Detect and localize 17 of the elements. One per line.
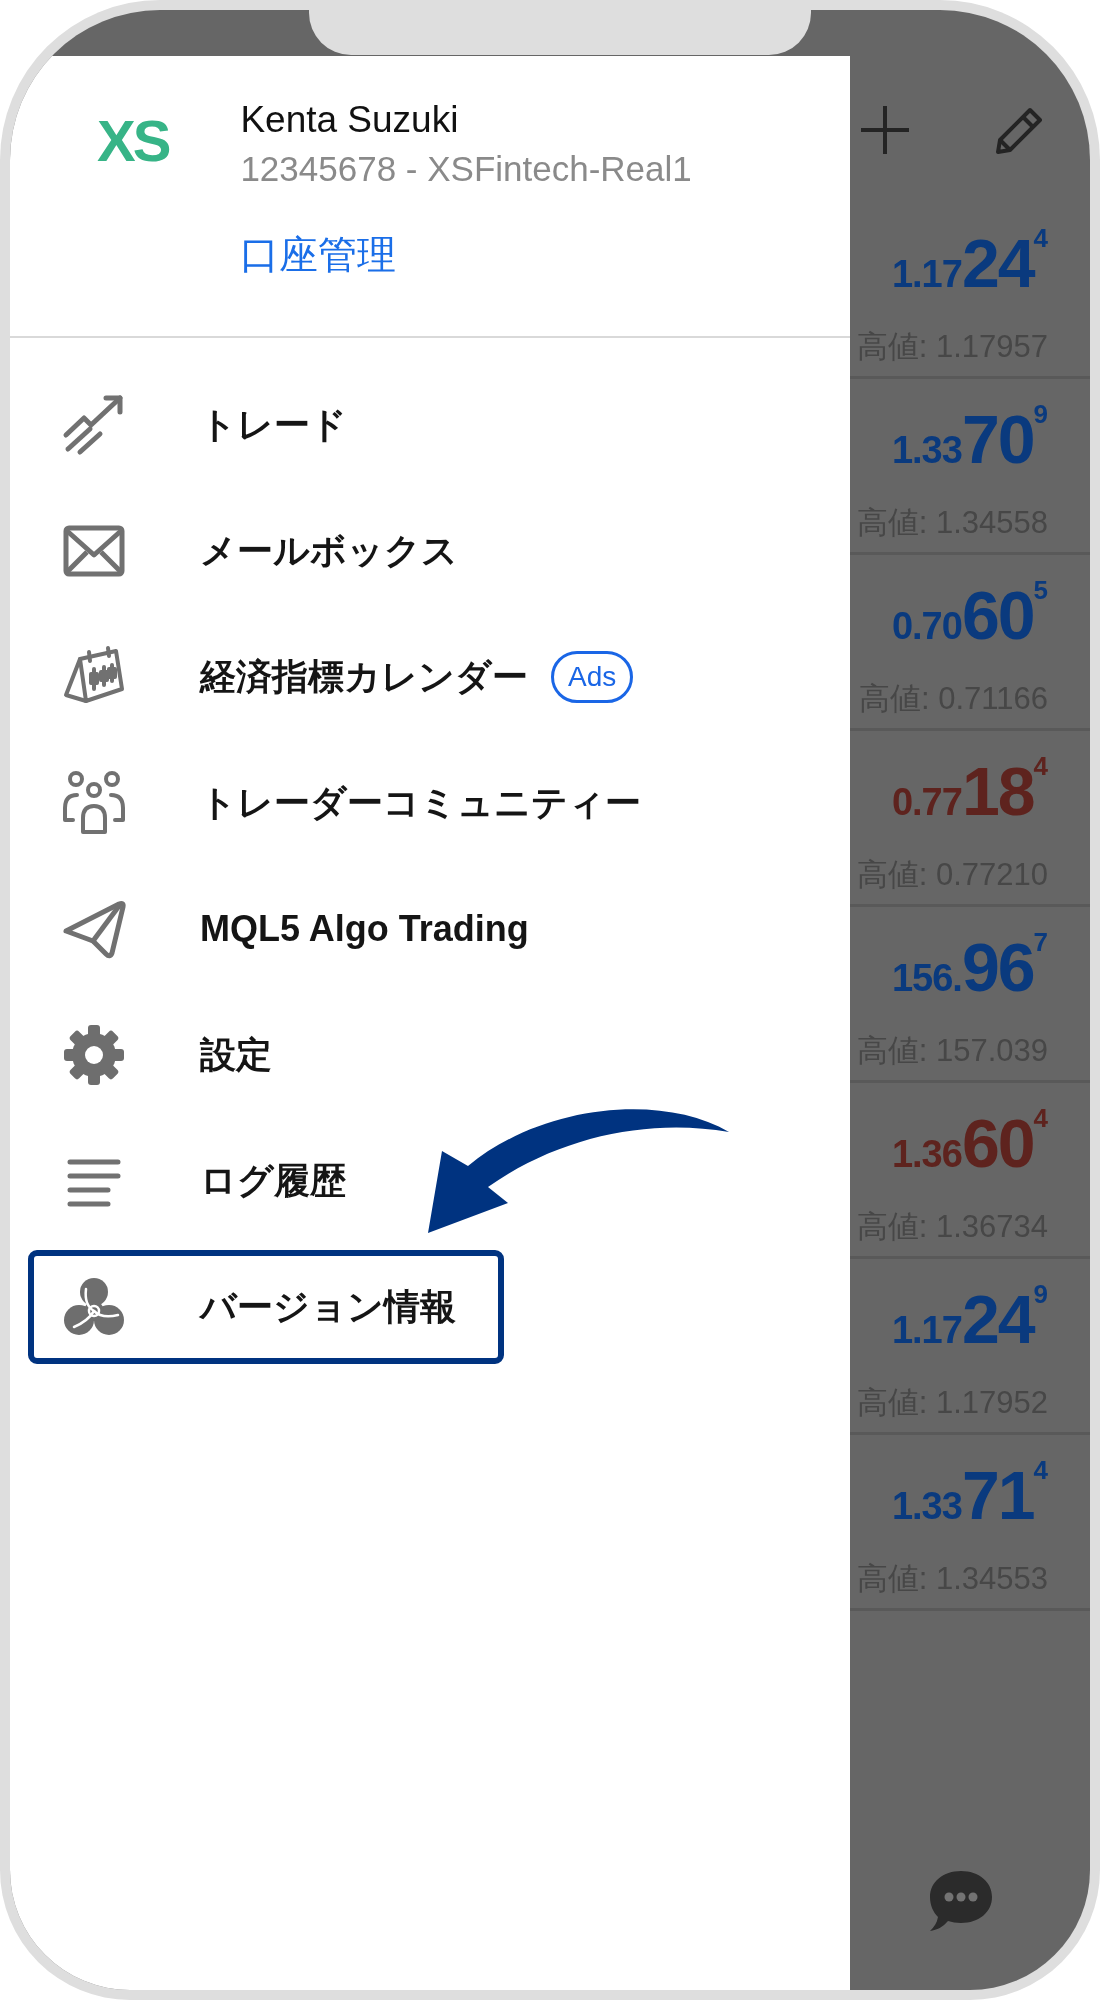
ads-badge: Ads	[551, 651, 634, 703]
menu-item[interactable]: ログ履歴	[28, 1124, 394, 1238]
menu-item[interactable]: MQL5 Algo Trading	[28, 872, 577, 986]
menu-item[interactable]: トレード	[28, 368, 395, 482]
account-management-link[interactable]: 口座管理	[240, 232, 397, 278]
account-name: Kenta Suzuki	[240, 100, 459, 140]
menu-item[interactable]: トレーダーコミュニティー	[28, 746, 689, 860]
menu-item[interactable]: メールボックス	[28, 494, 506, 608]
people-icon	[61, 771, 127, 835]
plus-icon[interactable]	[859, 104, 911, 156]
settings-icon	[61, 1023, 127, 1087]
chat-bubble-icon[interactable]	[929, 1869, 993, 1933]
brand-logo: XS	[97, 112, 169, 170]
menu-item[interactable]: 設定	[28, 998, 320, 1112]
menu-item[interactable]: 経済指標カレンダー Ads	[28, 620, 682, 734]
menu-item[interactable]: バージョン情報	[28, 1250, 504, 1364]
account-number: 12345678 - XSFintech-Real1	[240, 150, 692, 188]
